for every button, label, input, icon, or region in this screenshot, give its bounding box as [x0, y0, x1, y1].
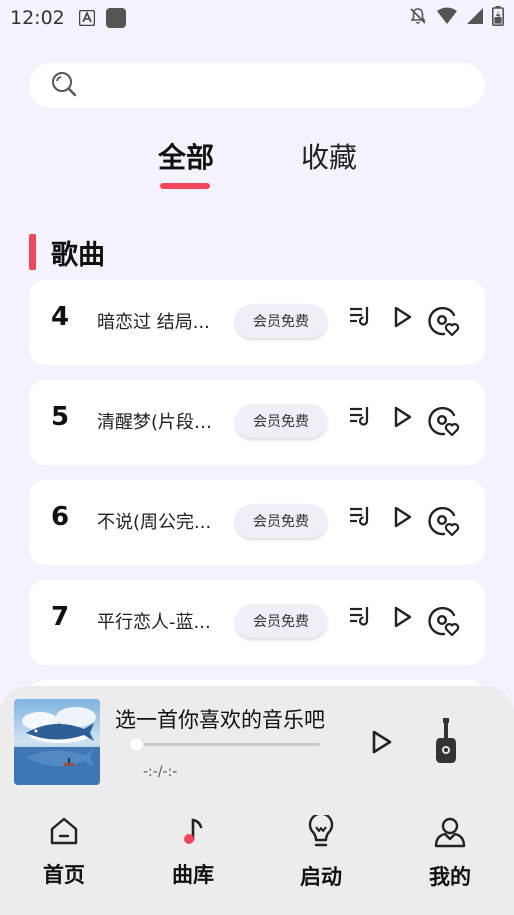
- notifications-off-icon: [408, 6, 428, 30]
- favorite-disc-icon[interactable]: [427, 404, 461, 438]
- song-title: 不说(周公完...: [97, 512, 212, 533]
- playback-time: -:-/-:-: [143, 764, 178, 780]
- play-icon[interactable]: [391, 504, 415, 530]
- tab-favorites[interactable]: 收藏: [301, 136, 357, 176]
- player-play-icon[interactable]: [369, 728, 395, 756]
- add-to-playlist-icon[interactable]: [347, 404, 373, 430]
- tab-bar: 全部 收藏: [0, 136, 514, 196]
- nav-home[interactable]: 首页: [29, 815, 99, 889]
- vip-free-badge: 会员免费: [235, 404, 327, 438]
- profile-icon: [433, 815, 467, 853]
- keyboard-a-icon: [78, 10, 95, 26]
- mini-player: 选一首你喜欢的音乐吧 -:-/-:- 首页 曲库 启动 我的: [0, 686, 514, 915]
- cell-signal-icon: [466, 7, 484, 29]
- song-row[interactable]: 6 不说(周公完... 会员免费: [29, 480, 485, 565]
- song-row[interactable]: 7 平行恋人-蓝... 会员免费: [29, 580, 485, 665]
- song-row[interactable]: 4 暗恋过 结局... 会员免费: [29, 280, 485, 365]
- nav-profile[interactable]: 我的: [415, 815, 485, 891]
- search-input[interactable]: [29, 63, 485, 108]
- battery-icon: [492, 6, 504, 30]
- nav-launch[interactable]: 启动: [286, 812, 356, 891]
- album-art-whale-image[interactable]: [14, 699, 100, 785]
- song-title: 清醒梦(片段1...: [97, 412, 221, 433]
- guitar-icon[interactable]: [432, 718, 460, 764]
- nav-library[interactable]: 曲库: [158, 815, 228, 889]
- add-to-playlist-icon[interactable]: [347, 604, 373, 630]
- vip-free-badge: 会员免费: [235, 304, 327, 338]
- active-tab-indicator: [160, 183, 210, 189]
- section-header: 歌曲: [29, 233, 105, 271]
- progress-thumb[interactable]: [129, 737, 144, 752]
- tab-all[interactable]: 全部: [158, 136, 214, 176]
- status-time: 12:02: [10, 7, 65, 29]
- favorite-disc-icon[interactable]: [427, 504, 461, 538]
- search-icon: [51, 71, 77, 101]
- play-icon[interactable]: [391, 604, 415, 630]
- lightbulb-icon: [305, 812, 337, 853]
- play-icon[interactable]: [391, 304, 415, 330]
- music-note-icon: [177, 815, 209, 851]
- progress-bar[interactable]: [137, 743, 320, 746]
- song-rank: 4: [51, 302, 70, 332]
- status-icons: [408, 6, 504, 30]
- home-icon: [48, 815, 80, 851]
- song-rank: 6: [51, 502, 70, 532]
- section-title: 歌曲: [51, 239, 105, 271]
- vip-free-badge: 会员免费: [235, 504, 327, 538]
- status-bar: 12:02: [0, 0, 514, 36]
- nav-profile-label: 我的: [429, 865, 471, 889]
- song-title: 暗恋过 结局...: [97, 312, 210, 333]
- nav-launch-label: 启动: [300, 865, 342, 889]
- favorite-disc-icon[interactable]: [427, 304, 461, 338]
- now-playing-title: 选一首你喜欢的音乐吧: [115, 708, 325, 732]
- add-to-playlist-icon[interactable]: [347, 304, 373, 330]
- add-to-playlist-icon[interactable]: [347, 504, 373, 530]
- nav-home-label: 首页: [43, 863, 85, 887]
- favorite-disc-icon[interactable]: [427, 604, 461, 638]
- vip-free-badge: 会员免费: [235, 604, 327, 638]
- play-icon[interactable]: [391, 404, 415, 430]
- app-square-icon: [105, 7, 127, 29]
- song-rank: 7: [51, 602, 70, 632]
- wifi-icon: [436, 7, 458, 29]
- section-accent-bar: [29, 234, 36, 270]
- song-title: 平行恋人-蓝...: [97, 612, 211, 633]
- song-rank: 5: [51, 402, 70, 432]
- nav-library-label: 曲库: [172, 863, 214, 887]
- song-row[interactable]: 5 清醒梦(片段1... 会员免费: [29, 380, 485, 465]
